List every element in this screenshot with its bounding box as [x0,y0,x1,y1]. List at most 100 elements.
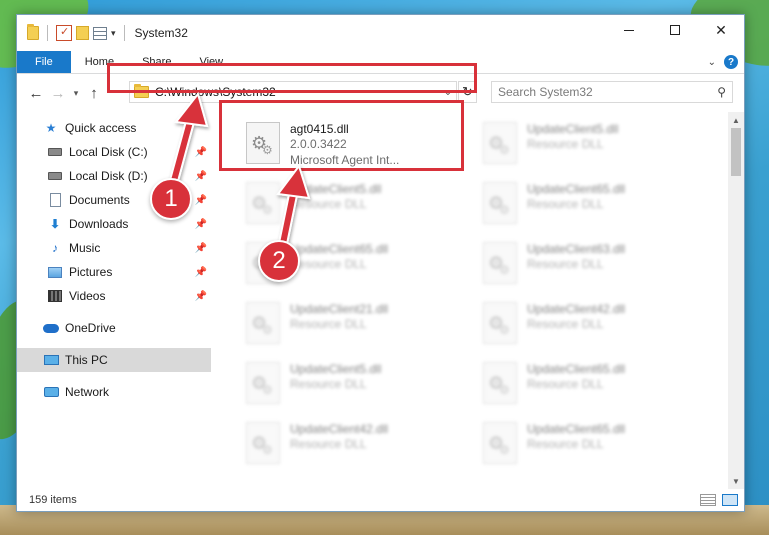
sidebar-item-label: Pictures [69,265,113,279]
file-name: UpdateClient42.dll [527,302,626,316]
sidebar-item-label: Local Disk (C:) [69,145,148,159]
sidebar-item-label: Quick access [65,121,137,135]
sidebar-item-music[interactable]: ♪ Music 📌 [17,236,211,260]
sidebar-item-label: Local Disk (D:) [69,169,148,183]
sidebar-item-videos[interactable]: Videos 📌 [17,284,211,308]
scroll-down-icon[interactable]: ▼ [728,473,744,489]
file-type: Resource DLL [527,257,604,271]
scroll-up-icon[interactable]: ▲ [728,112,744,128]
back-button[interactable]: ← [25,85,47,102]
maximize-button[interactable] [652,15,698,45]
file-item[interactable]: UpdateClient21.dllResource DLL [240,296,470,356]
file-item[interactable]: UpdateClient5.dllResource DLL [477,116,707,176]
downloads-icon: ⬇ [49,217,61,231]
close-button[interactable]: ✕ [698,15,744,45]
sidebar-item-network[interactable]: Network [17,380,211,404]
music-icon: ♪ [52,241,58,255]
drive-icon [47,145,63,159]
videos-icon [47,289,63,303]
file-name: UpdateClient65.dll [290,242,389,256]
dll-file-icon [246,362,280,404]
sidebar-item-label: Network [65,385,110,399]
file-name: UpdateClient65.dll [527,362,626,376]
status-bar: 159 items [17,489,744,511]
help-icon[interactable]: ? [724,55,738,69]
forward-button[interactable]: → [47,85,69,102]
separator [47,25,48,41]
file-name: UpdateClient42.dll [290,422,389,436]
properties-icon[interactable] [56,25,72,41]
sidebar-item-this-pc[interactable]: This PC [17,348,211,372]
recent-locations-icon[interactable]: ▾ [69,88,83,99]
network-icon [43,385,59,399]
file-type: Resource DLL [290,377,367,391]
sidebar-item-quick-access[interactable]: ★ Quick access [17,116,211,140]
qa-dropdown-icon[interactable]: ▾ [111,28,116,39]
file-item[interactable]: UpdateClient65.dllResource DLL [477,356,707,416]
sidebar-item-onedrive[interactable]: OneDrive [17,316,211,340]
quick-access-toolbar: ▾ [17,24,129,41]
file-item[interactable]: UpdateClient5.dllResource DLL [240,176,470,236]
onedrive-icon [43,321,59,335]
item-count: 159 items [29,494,77,506]
file-item[interactable]: UpdateClient65.dllResource DLL [477,416,707,476]
dll-file-icon [246,422,280,464]
dll-file-icon [246,182,280,224]
large-icons-view-icon[interactable] [722,494,738,506]
customize-view-icon[interactable] [93,26,107,40]
file-type: Resource DLL [290,317,367,331]
file-type: Resource DLL [527,377,604,391]
file-type: Resource DLL [290,437,367,451]
search-box[interactable]: ⚲ [491,81,733,103]
search-input[interactable] [498,85,718,99]
pin-icon: 📌 [194,170,207,182]
address-bar-highlight [107,63,477,93]
sidebar-item-label: Music [69,241,101,255]
sidebar-item-local-disk-c[interactable]: Local Disk (C:) 📌 [17,140,211,164]
dll-file-icon [483,122,517,164]
new-folder-icon[interactable] [76,26,89,40]
vertical-scrollbar[interactable]: ▲ ▼ [728,112,744,489]
file-name: UpdateClient5.dll [527,122,619,136]
expand-ribbon-icon[interactable]: ⌄ [708,57,716,68]
star-icon: ★ [45,121,57,135]
file-name: UpdateClient5.dll [290,182,382,196]
folder-icon [27,24,39,40]
pin-icon: 📌 [194,194,207,206]
minimize-icon [624,29,634,31]
file-item[interactable]: UpdateClient42.dllResource DLL [477,296,707,356]
file-item[interactable]: UpdateClient5.dllResource DLL [240,356,470,416]
pin-icon: 📌 [194,242,207,254]
ribbon-right: ⌄ ? [708,51,744,73]
dll-file-icon [246,302,280,344]
file-type: Resource DLL [290,257,367,271]
file-name: UpdateClient5.dll [290,362,382,376]
file-name: UpdateClient63.dll [527,242,626,256]
documents-icon [47,193,63,207]
scrollbar-thumb[interactable] [731,128,741,176]
file-item[interactable]: UpdateClient63.dllResource DLL [477,236,707,296]
details-view-icon[interactable] [700,494,716,506]
dll-file-icon [483,302,517,344]
sidebar-item-label: Downloads [69,217,129,231]
dll-file-icon [483,422,517,464]
window-title: System32 [134,26,188,40]
minimize-button[interactable] [606,15,652,45]
file-type: Resource DLL [527,317,604,331]
step-1-badge: 1 [150,178,192,220]
tab-file[interactable]: File [17,51,71,73]
sidebar-item-pictures[interactable]: Pictures 📌 [17,260,211,284]
sidebar-item-label: OneDrive [65,321,116,335]
file-item[interactable]: UpdateClient42.dllResource DLL [240,416,470,476]
search-icon[interactable]: ⚲ [717,85,726,99]
pictures-icon [47,265,63,279]
file-item[interactable]: UpdateClient65.dllResource DLL [477,176,707,236]
step-2-badge: 2 [258,240,300,282]
title-bar: ▾ System32 ✕ [17,15,744,51]
file-type: Resource DLL [527,197,604,211]
pin-icon: 📌 [194,146,207,158]
pin-icon: 📌 [194,290,207,302]
up-button[interactable]: ↑ [83,85,105,102]
file-type: Resource DLL [527,137,604,151]
file-name: UpdateClient21.dll [290,302,389,316]
